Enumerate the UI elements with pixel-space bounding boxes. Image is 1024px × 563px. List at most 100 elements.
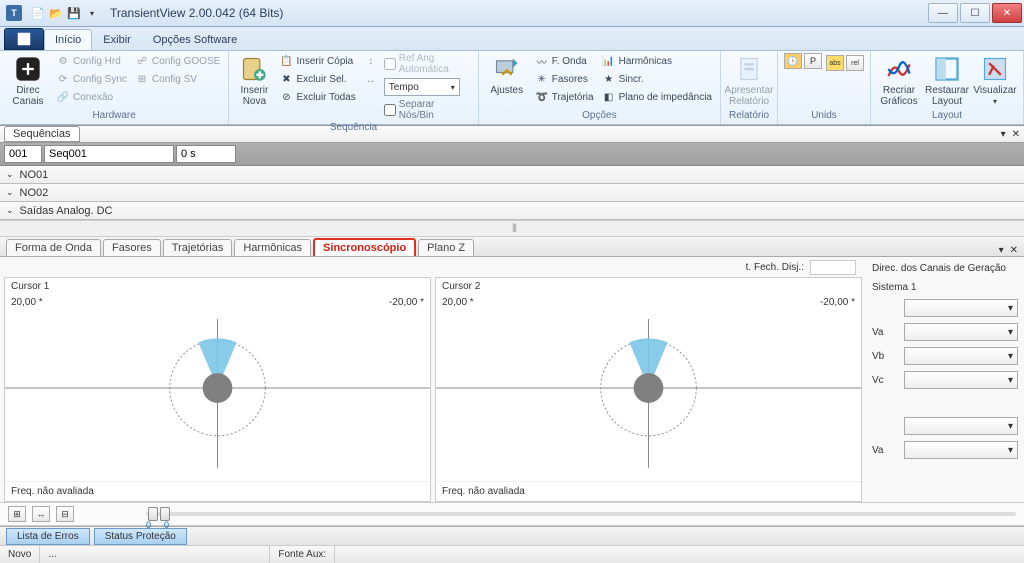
cursor1-left-val: 20,00 * xyxy=(11,297,43,308)
status-bar: Novo ... Fonte Aux: xyxy=(0,545,1024,563)
direc-canais-button[interactable]: Direc Canais xyxy=(6,53,50,109)
slider-thumb-2[interactable] xyxy=(160,507,170,521)
expand-row-saidas[interactable]: ⌄Saídas Analog. DC xyxy=(0,202,1024,220)
fasores-button[interactable]: ✳Fasores xyxy=(533,71,596,87)
extra1-select[interactable]: ▾ xyxy=(904,417,1018,435)
cursor2-panel: Cursor 2 20,00 * -20,00 * Freq. não aval… xyxy=(435,277,862,502)
reorder2-icon[interactable]: ↔ xyxy=(362,72,380,88)
slider-step-fwd-icon[interactable]: ⊟ xyxy=(56,506,74,522)
sequencias-tab[interactable]: Sequências xyxy=(4,126,80,142)
maximize-button[interactable]: ☐ xyxy=(960,3,990,23)
unid-clock-icon[interactable]: 🕓 xyxy=(784,53,802,69)
conexao-button[interactable]: 🔗Conexão xyxy=(54,89,129,105)
save-icon[interactable]: 💾 xyxy=(66,5,82,21)
apresentar-relatorio-button[interactable]: Apresentar Relatório xyxy=(727,53,771,109)
unid-rel-icon[interactable]: rel xyxy=(846,55,864,71)
reorder-icon[interactable]: ↕ xyxy=(362,53,380,69)
group-label-unids: Unids xyxy=(784,109,864,122)
minimize-button[interactable]: — xyxy=(928,3,958,23)
tempo-combo[interactable]: Tempo▾ xyxy=(384,78,460,96)
title-bar: T 📄 📂 💾 ▾ TransientView 2.00.042 (64 Bit… xyxy=(0,0,1024,27)
group-label-opcoes: Opções xyxy=(485,109,714,122)
tab-exibir[interactable]: Exibir xyxy=(92,29,142,50)
t-fech-disj-label: t. Fech. Disj.: xyxy=(746,262,804,273)
inserir-copia-button[interactable]: 📋Inserir Cópia xyxy=(277,53,357,69)
ref-ang-checkbox[interactable]: Ref Ang Automática xyxy=(384,53,472,75)
cursor2-freq: Freq. não avaliada xyxy=(436,481,861,501)
t-fech-disj-input[interactable] xyxy=(810,260,856,275)
new-file-icon[interactable]: 📄 xyxy=(30,5,46,21)
ribbon-tab-strip: Início Exibir Opções Software xyxy=(0,27,1024,51)
ajustes-button[interactable]: Ajustes xyxy=(485,53,529,98)
seq-time-input[interactable] xyxy=(176,145,236,163)
sincr-button[interactable]: ★Sincr. xyxy=(600,71,714,87)
tab-inicio[interactable]: Início xyxy=(44,29,92,50)
cursor1-freq: Freq. não avaliada xyxy=(5,481,430,501)
seq-index-input[interactable] xyxy=(4,145,42,163)
app-icon: T xyxy=(6,5,22,21)
slider-thumb-1[interactable] xyxy=(148,507,158,521)
slider-step-back-icon[interactable]: ⊞ xyxy=(8,506,26,522)
excluir-sel-button[interactable]: ✖Excluir Sel. xyxy=(277,71,357,87)
va2-select[interactable]: ▾ xyxy=(904,441,1018,459)
tab-status-protecao[interactable]: Status Proteção xyxy=(94,528,187,545)
bottom-tab-strip: Lista de Erros Status Proteção xyxy=(0,526,1024,545)
group-label-sequencia: Sequência xyxy=(235,121,471,134)
horizontal-scrollbar[interactable] xyxy=(0,220,1024,237)
file-menu-button[interactable] xyxy=(4,28,44,50)
slider-val-0a: 0 xyxy=(146,520,151,530)
cursor2-left-val: 20,00 * xyxy=(442,297,474,308)
status-dots: ... xyxy=(40,546,270,563)
tab-plano-z[interactable]: Plano Z xyxy=(418,239,474,256)
config-sv-button[interactable]: ⊞Config SV xyxy=(133,71,222,87)
vb-select[interactable]: ▾ xyxy=(904,347,1018,365)
time-slider[interactable]: 0 0 xyxy=(146,512,1016,516)
unid-p-icon[interactable]: P xyxy=(804,53,822,69)
config-hrd-button[interactable]: ⚙Config Hrd xyxy=(54,53,129,69)
expand-row-no01[interactable]: ⌄NO01 xyxy=(0,166,1024,184)
visualizar-button[interactable]: Visualizar ▾ xyxy=(973,53,1017,109)
tab-fasores[interactable]: Fasores xyxy=(103,239,161,256)
synchronoscope2-icon xyxy=(436,295,861,481)
f-onda-button[interactable]: 〰F. Onda xyxy=(533,53,596,69)
restaurar-layout-button[interactable]: Restaurar Layout xyxy=(925,53,969,109)
seq-name-input[interactable] xyxy=(44,145,174,163)
sistema1-label: Sistema 1 xyxy=(872,282,1018,293)
view-dropdown-icon[interactable]: ▾ xyxy=(999,245,1004,256)
sistema1-select[interactable]: ▾ xyxy=(904,299,1018,317)
time-slider-row: ⊞ ↔ ⊟ 0 0 xyxy=(0,502,1024,526)
cursor1-title: Cursor 1 xyxy=(5,278,430,295)
qat-dropdown-icon[interactable]: ▾ xyxy=(84,5,100,21)
slider-link-icon[interactable]: ↔ xyxy=(32,506,50,522)
cursor2-title: Cursor 2 xyxy=(436,278,861,295)
window-title: TransientView 2.00.042 (64 Bits) xyxy=(110,6,283,20)
tab-sincronoscopio[interactable]: Sincronoscópio xyxy=(313,238,416,256)
tab-forma-onda[interactable]: Forma de Onda xyxy=(6,239,101,256)
open-file-icon[interactable]: 📂 xyxy=(48,5,64,21)
tab-lista-erros[interactable]: Lista de Erros xyxy=(6,528,90,545)
status-novo: Novo xyxy=(0,546,40,563)
excluir-todas-button[interactable]: ⊘Excluir Todas xyxy=(277,89,357,105)
va2-label: Va xyxy=(872,445,900,456)
tab-opcoes-software[interactable]: Opções Software xyxy=(142,29,248,50)
plano-impedancia-button[interactable]: ◧Plano de impedância xyxy=(600,89,714,105)
tab-harmonicas[interactable]: Harmônicas xyxy=(234,239,311,256)
recriar-graficos-button[interactable]: Recriar Gráficos xyxy=(877,53,921,109)
expand-row-no02[interactable]: ⌄NO02 xyxy=(0,184,1024,202)
inserir-nova-button[interactable]: Inserir Nova xyxy=(235,53,273,109)
tab-trajetorias[interactable]: Trajetórias xyxy=(163,239,233,256)
unid-abs-icon[interactable]: abs xyxy=(826,55,844,71)
cursor1-right-val: -20,00 * xyxy=(389,297,424,308)
va-select[interactable]: ▾ xyxy=(904,323,1018,341)
close-button[interactable]: ✕ xyxy=(992,3,1022,23)
separar-checkbox[interactable]: Separar Nós/Bin xyxy=(384,99,472,121)
vc-select[interactable]: ▾ xyxy=(904,371,1018,389)
config-goose-button[interactable]: ☍Config GOOSE xyxy=(133,53,222,69)
trajetoria-button[interactable]: ➰Trajetória xyxy=(533,89,596,105)
synchronoscope1-icon xyxy=(5,295,430,481)
panel-dropdown-icon[interactable]: ▾ xyxy=(1001,129,1006,140)
panel-close-icon[interactable]: ✕ xyxy=(1012,129,1020,140)
harmonicas-button[interactable]: 📊Harmônicas xyxy=(600,53,714,69)
view-close-icon[interactable]: ✕ xyxy=(1010,245,1018,256)
config-sync-button[interactable]: ⟳Config Sync xyxy=(54,71,129,87)
